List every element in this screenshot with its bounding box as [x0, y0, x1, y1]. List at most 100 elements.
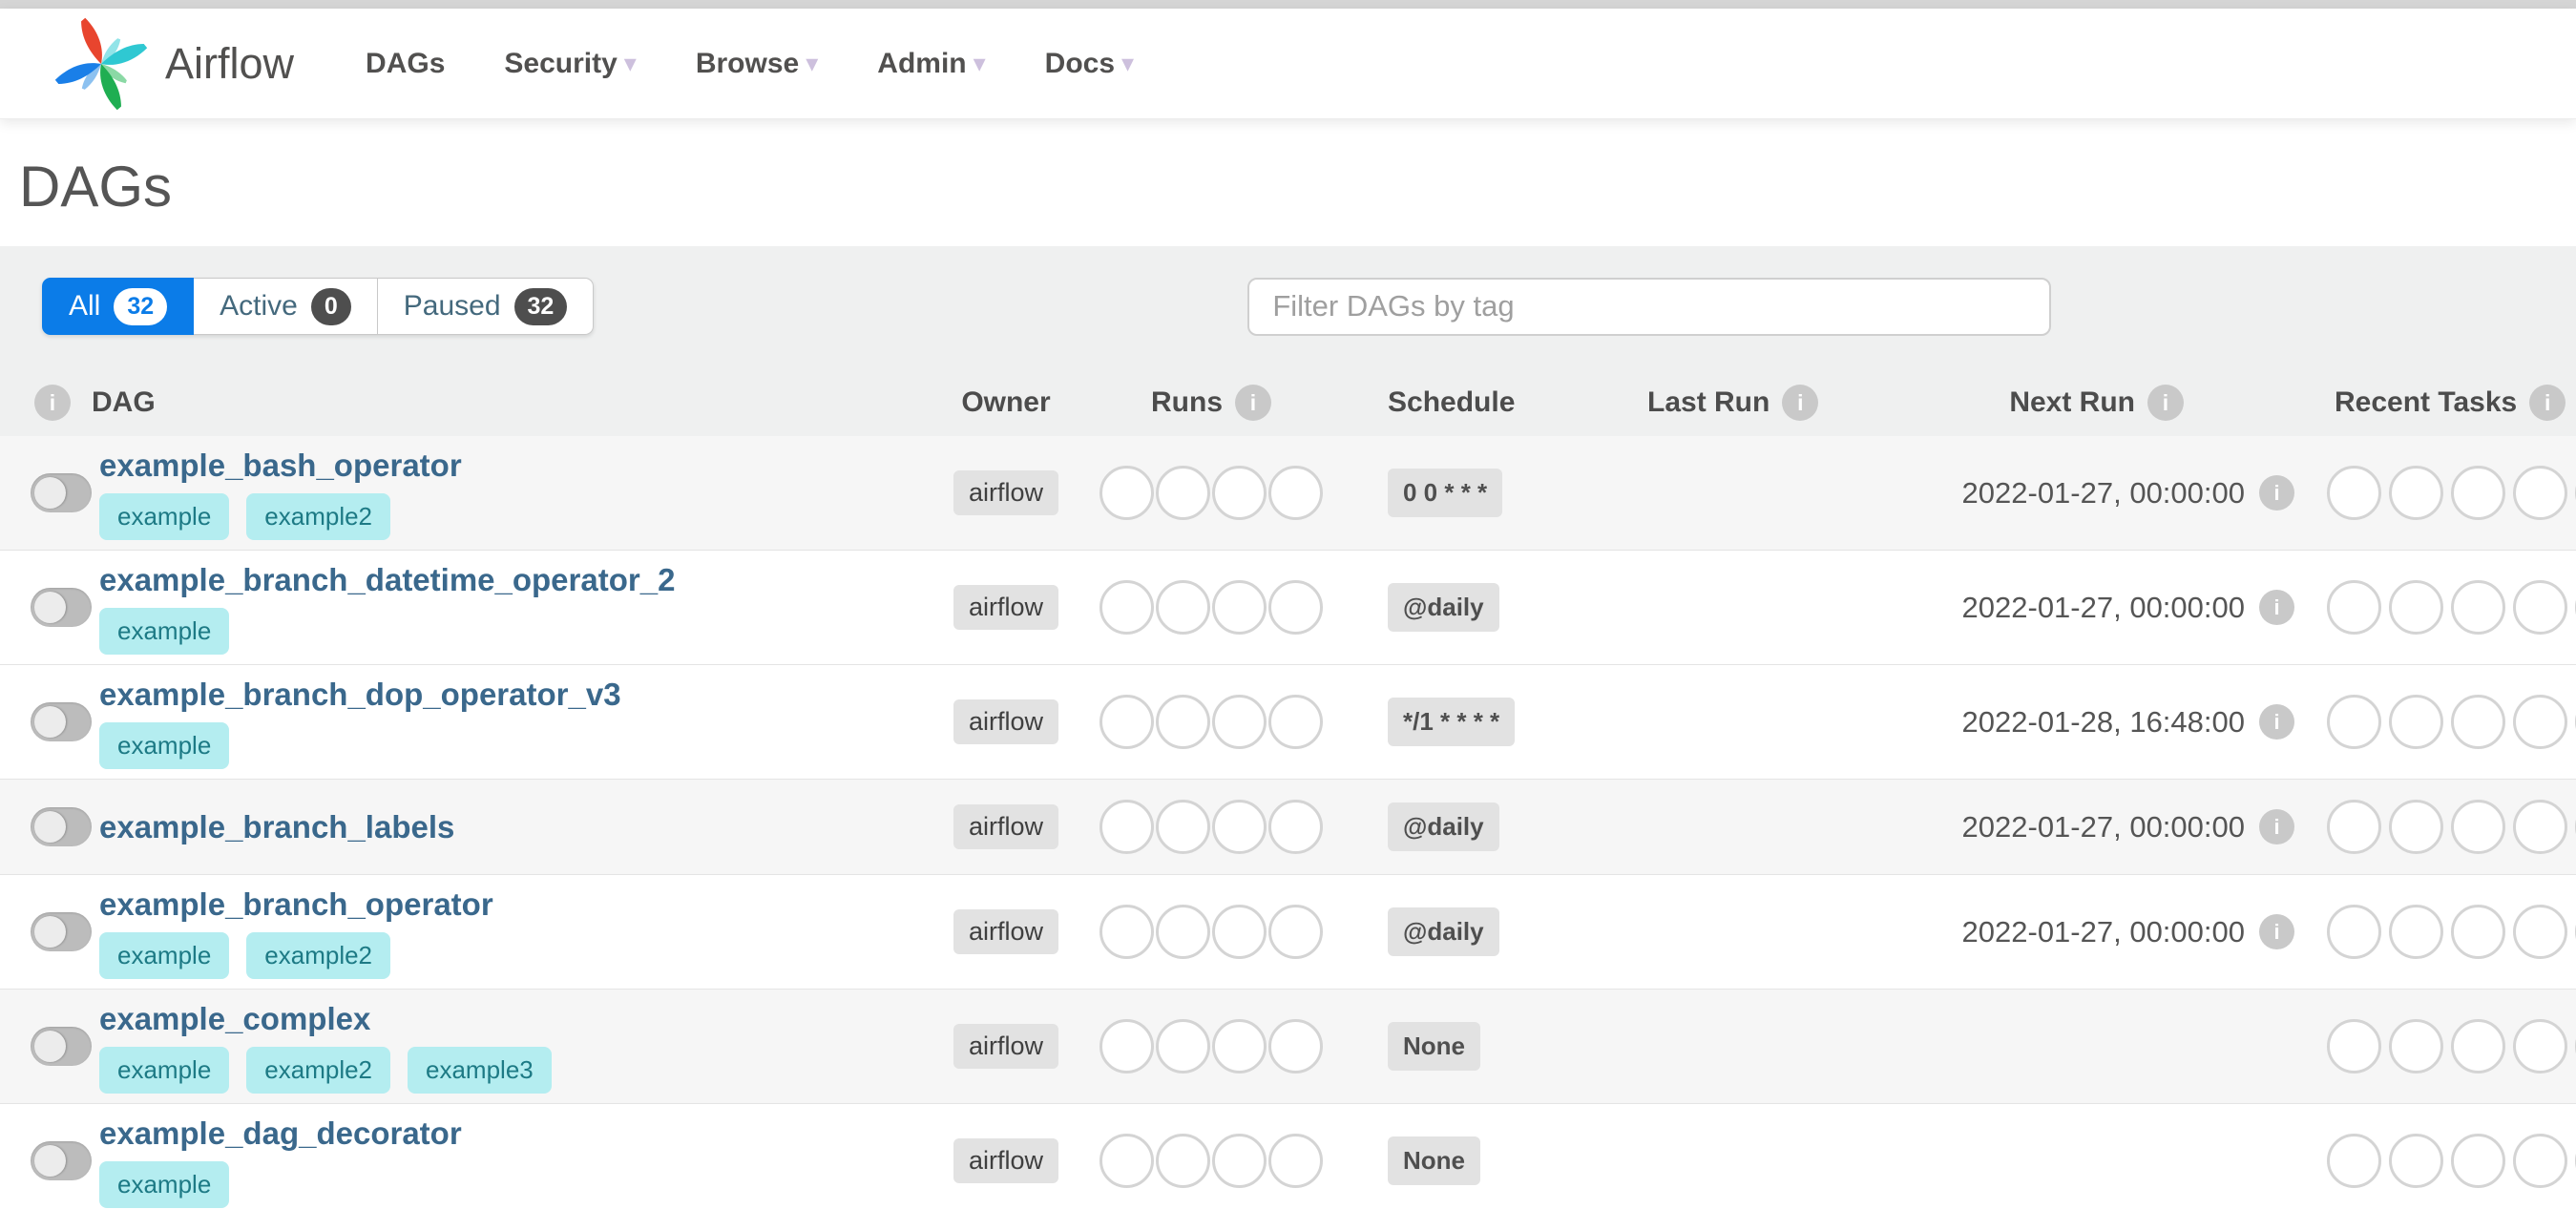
run-status-circle[interactable] [1212, 695, 1267, 749]
run-status-circle[interactable] [1156, 905, 1210, 959]
dag-pause-toggle[interactable] [31, 807, 92, 846]
run-status-circle[interactable] [1268, 800, 1323, 854]
run-status-circle[interactable] [1100, 580, 1154, 635]
run-status-circle[interactable] [1100, 466, 1154, 520]
recent-task-circle[interactable] [2451, 466, 2505, 520]
recent-task-circle[interactable] [2389, 580, 2443, 635]
dag-tag[interactable]: example3 [408, 1047, 552, 1094]
airflow-brand-link[interactable]: Airflow [52, 15, 294, 113]
recent-task-circle[interactable] [2451, 695, 2505, 749]
nav-item-dags[interactable]: DAGs [336, 48, 474, 80]
info-icon: i [2529, 385, 2566, 421]
column-header-last-run: Last Run i [1598, 385, 1884, 421]
recent-task-circle[interactable] [2513, 695, 2567, 749]
tab-paused[interactable]: Paused 32 [377, 278, 595, 335]
dag-link[interactable]: example_branch_operator [99, 885, 493, 925]
run-status-circle[interactable] [1268, 905, 1323, 959]
recent-task-circle[interactable] [2327, 1019, 2381, 1074]
run-status-circle[interactable] [1156, 800, 1210, 854]
run-status-circle[interactable] [1156, 580, 1210, 635]
dag-pause-toggle[interactable] [31, 1141, 92, 1180]
dag-link[interactable]: example_complex [99, 999, 370, 1039]
dag-link[interactable]: example_branch_datetime_operator_2 [99, 560, 675, 600]
run-status-circle[interactable] [1100, 905, 1154, 959]
recent-task-circle[interactable] [2513, 1134, 2567, 1188]
run-status-circle[interactable] [1268, 1134, 1323, 1188]
run-status-circle[interactable] [1156, 466, 1210, 520]
dag-tag[interactable]: example [99, 1161, 230, 1208]
recent-task-circle[interactable] [2389, 1134, 2443, 1188]
nav-item-docs[interactable]: Docs ▾ [1016, 48, 1163, 80]
run-status-circle[interactable] [1268, 695, 1323, 749]
run-status-circle[interactable] [1212, 580, 1267, 635]
info-icon: i [2147, 385, 2184, 421]
recent-task-circle[interactable] [2389, 905, 2443, 959]
recent-tasks-circles [2294, 466, 2576, 520]
run-status-circle[interactable] [1212, 1019, 1267, 1074]
recent-task-circle[interactable] [2389, 1019, 2443, 1074]
run-status-circle[interactable] [1268, 466, 1323, 520]
recent-task-circle[interactable] [2327, 695, 2381, 749]
owner-badge: airflow [953, 585, 1059, 630]
tab-all[interactable]: All 32 [42, 278, 195, 335]
run-status-circle[interactable] [1156, 1134, 1210, 1188]
recent-task-circle[interactable] [2327, 580, 2381, 635]
tab-all-count-badge: 32 [114, 287, 168, 325]
dag-tag[interactable]: example2 [246, 932, 391, 979]
recent-task-circle[interactable] [2389, 466, 2443, 520]
run-status-circle[interactable] [1156, 695, 1210, 749]
run-status-circle[interactable] [1268, 1019, 1323, 1074]
recent-task-circle[interactable] [2389, 695, 2443, 749]
recent-task-circle[interactable] [2327, 1134, 2381, 1188]
dag-tag[interactable]: example2 [246, 493, 391, 540]
dag-tag[interactable]: example2 [246, 1047, 391, 1094]
nav-item-browse[interactable]: Browse ▾ [666, 48, 848, 80]
nav-item-admin[interactable]: Admin ▾ [848, 48, 1015, 80]
next-run-value: 2022-01-27, 00:00:00 [1961, 809, 2245, 844]
run-status-circle[interactable] [1156, 1019, 1210, 1074]
recent-task-circle[interactable] [2513, 580, 2567, 635]
dag-tag[interactable]: example [99, 722, 230, 769]
recent-task-circle[interactable] [2513, 466, 2567, 520]
dag-link[interactable]: example_bash_operator [99, 446, 462, 486]
filter-dags-by-tag-input[interactable] [1247, 277, 2052, 336]
dag-link[interactable]: example_branch_labels [99, 807, 454, 847]
recent-task-circle[interactable] [2451, 800, 2505, 854]
recent-task-circle[interactable] [2513, 800, 2567, 854]
recent-task-circle[interactable] [2327, 800, 2381, 854]
dag-tag[interactable]: example [99, 608, 230, 655]
recent-task-circle[interactable] [2451, 580, 2505, 635]
run-status-circle[interactable] [1212, 466, 1267, 520]
table-row: example_branch_datetime_operator_2 examp… [0, 550, 2576, 664]
toggle-knob [34, 477, 66, 509]
run-status-circle[interactable] [1212, 800, 1267, 854]
recent-task-circle[interactable] [2513, 905, 2567, 959]
dag-tag[interactable]: example [99, 493, 230, 540]
nav-item-security[interactable]: Security ▾ [474, 48, 665, 80]
dag-pause-toggle[interactable] [31, 473, 92, 512]
tab-active[interactable]: Active 0 [194, 278, 378, 335]
run-status-circle[interactable] [1100, 695, 1154, 749]
dag-tag[interactable]: example [99, 1047, 230, 1094]
run-status-circle[interactable] [1268, 580, 1323, 635]
recent-task-circle[interactable] [2451, 1134, 2505, 1188]
page-title: DAGs [19, 155, 173, 219]
run-status-circle[interactable] [1100, 1134, 1154, 1188]
dag-pause-toggle[interactable] [31, 1027, 92, 1066]
recent-task-circle[interactable] [2513, 1019, 2567, 1074]
dag-pause-toggle[interactable] [31, 912, 92, 951]
run-status-circle[interactable] [1212, 1134, 1267, 1188]
recent-task-circle[interactable] [2451, 905, 2505, 959]
run-status-circle[interactable] [1100, 800, 1154, 854]
run-status-circle[interactable] [1100, 1019, 1154, 1074]
recent-task-circle[interactable] [2327, 466, 2381, 520]
recent-task-circle[interactable] [2327, 905, 2381, 959]
recent-task-circle[interactable] [2451, 1019, 2505, 1074]
dag-tag[interactable]: example [99, 932, 230, 979]
dag-pause-toggle[interactable] [31, 588, 92, 627]
run-status-circle[interactable] [1212, 905, 1267, 959]
dag-link[interactable]: example_branch_dop_operator_v3 [99, 675, 621, 715]
dag-pause-toggle[interactable] [31, 702, 92, 741]
recent-task-circle[interactable] [2389, 800, 2443, 854]
dag-link[interactable]: example_dag_decorator [99, 1114, 462, 1154]
